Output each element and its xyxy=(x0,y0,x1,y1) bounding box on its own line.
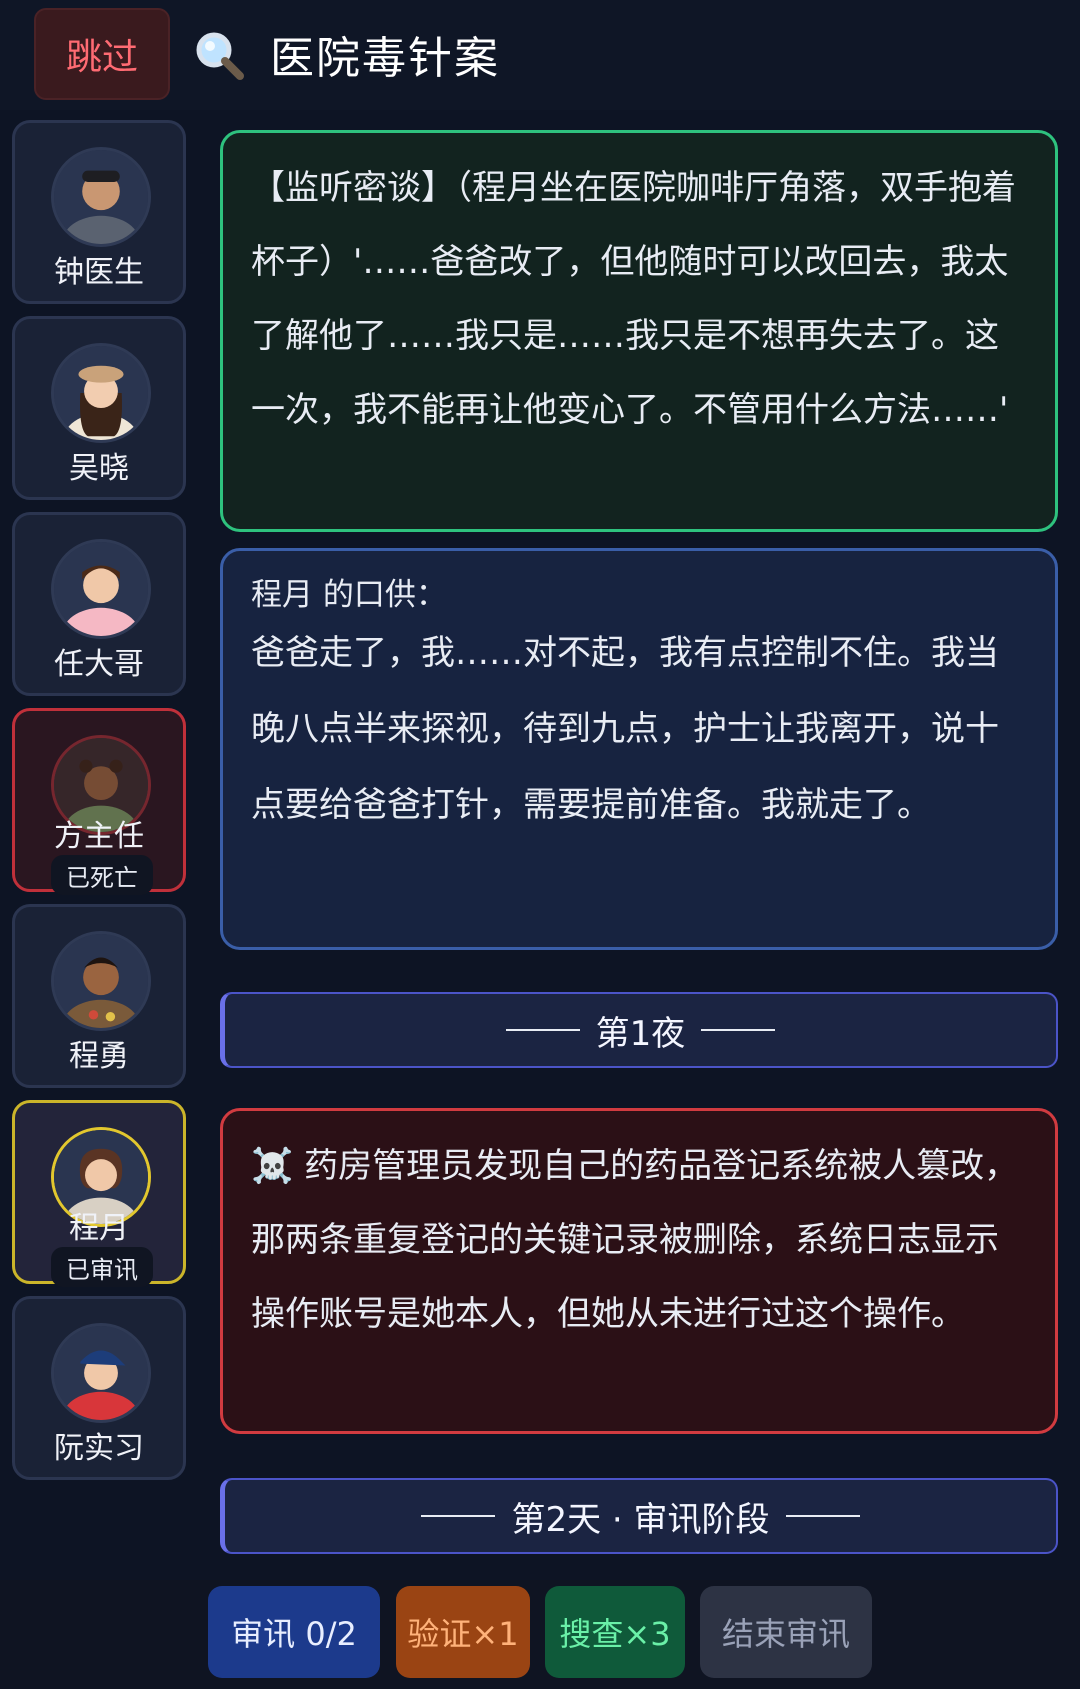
character-name: 吴晓 xyxy=(69,451,129,486)
eavesdrop-message: 【监听密谈】（程月坐在医院咖啡厅角落，双手抱着杯子）'……爸爸改了，但他随时可以… xyxy=(220,130,1058,532)
avatar xyxy=(51,539,151,639)
skull-icon: ☠️ xyxy=(251,1146,294,1186)
search-button[interactable]: 搜查×3 xyxy=(545,1586,685,1678)
avatar xyxy=(51,1323,151,1423)
event-text: 药房管理员发现自己的药品登记系统被人篡改，那两条重复登记的关键记录被删除，系统日… xyxy=(251,1146,1019,1334)
character-card-chengyue[interactable]: 程月 已审讯 xyxy=(12,1100,186,1287)
top-bar: 跳过 医院毒针案 xyxy=(0,0,1080,110)
character-card-ruan[interactable]: 阮实习 xyxy=(12,1296,186,1480)
character-card-ren[interactable]: 任大哥 xyxy=(12,512,186,696)
night-divider-label: 第1夜 xyxy=(595,1013,686,1054)
page-title: 医院毒针案 xyxy=(270,33,500,84)
skip-button[interactable]: 跳过 xyxy=(34,8,170,100)
status-badge: 已死亡 xyxy=(51,855,153,895)
avatar xyxy=(51,147,151,247)
eavesdrop-text: 【监听密谈】（程月坐在医院咖啡厅角落，双手抱着杯子）'……爸爸改了，但他随时可以… xyxy=(251,168,1016,430)
character-name: 任大哥 xyxy=(54,647,144,682)
day-divider-label: 第2天 · 审讯阶段 xyxy=(511,1499,770,1540)
action-bar: 审讯 0/2 验证×1 搜查×3 结束审讯 xyxy=(0,1580,1080,1689)
avatar xyxy=(51,931,151,1031)
day-divider: 第2天 · 审讯阶段 xyxy=(220,1478,1058,1554)
avatar xyxy=(51,343,151,443)
character-name: 方主任 xyxy=(54,819,144,854)
character-list: 钟医生 吴晓 任大哥 方主任 已死亡 程勇 程月 已审讯 阮实习 xyxy=(10,120,190,1580)
character-name: 钟医生 xyxy=(54,255,144,290)
status-badge: 已审讯 xyxy=(51,1247,153,1287)
end-interrogation-button[interactable]: 结束审讯 xyxy=(700,1586,872,1678)
testimony-message: 程月 的口供： 爸爸走了，我……对不起，我有点控制不住。我当晚八点半来探视，待到… xyxy=(220,548,1058,950)
testimony-speaker: 程月 的口供： xyxy=(251,577,447,613)
character-card-chengyong[interactable]: 程勇 xyxy=(12,904,186,1088)
interrogate-button[interactable]: 审讯 0/2 xyxy=(208,1586,380,1678)
event-message: ☠️ 药房管理员发现自己的药品登记系统被人篡改，那两条重复登记的关键记录被删除，… xyxy=(220,1108,1058,1434)
character-name: 程月 xyxy=(69,1211,129,1246)
night-divider: 第1夜 xyxy=(220,992,1058,1068)
character-name: 阮实习 xyxy=(54,1431,144,1466)
character-name: 程勇 xyxy=(69,1039,129,1074)
testimony-text: 爸爸走了，我……对不起，我有点控制不住。我当晚八点半来探视，待到九点，护士让我离… xyxy=(251,633,999,825)
character-card-zhong[interactable]: 钟医生 xyxy=(12,120,186,304)
character-card-wu[interactable]: 吴晓 xyxy=(12,316,186,500)
verify-button[interactable]: 验证×1 xyxy=(396,1586,530,1678)
character-card-fang[interactable]: 方主任 已死亡 xyxy=(12,708,186,895)
magnifier-icon xyxy=(196,32,244,80)
